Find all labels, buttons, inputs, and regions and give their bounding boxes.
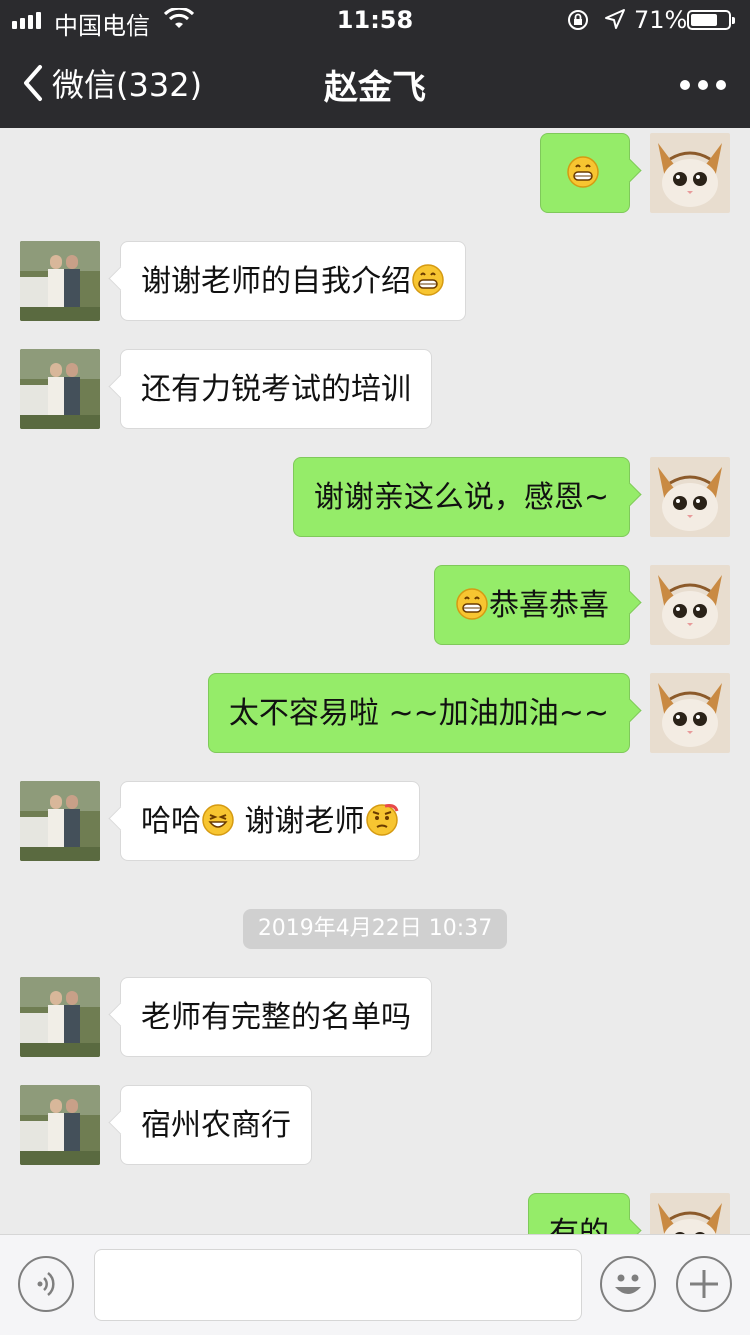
grin-emoji-icon [412, 264, 444, 296]
message-bubble[interactable]: 太不容易啦 ~~加油加油~~ [207, 673, 630, 753]
my-avatar[interactable] [650, 133, 730, 213]
smiley-icon [615, 1274, 641, 1294]
timestamp-label: 2019年4月22日 10:37 [243, 909, 507, 949]
laugh-emoji-icon [202, 804, 234, 836]
message-bubble[interactable]: 恭喜恭喜 [434, 565, 630, 645]
message-input[interactable] [94, 1249, 582, 1321]
contact-avatar[interactable] [20, 977, 100, 1057]
nav-bar: 微信(332) 赵金飞 [0, 40, 750, 128]
more-dots-icon[interactable] [680, 80, 726, 90]
message-bubble[interactable]: 还有力锐考试的培训 [120, 349, 432, 429]
voice-icon [37, 1272, 55, 1296]
contact-avatar[interactable] [20, 241, 100, 321]
input-bar [0, 1234, 750, 1335]
chat-title: 赵金飞 [324, 68, 426, 108]
message-bubble[interactable]: 宿州农商行 [120, 1085, 312, 1165]
message-bubble[interactable]: 谢谢亲这么说，感恩~ [292, 457, 630, 537]
message-bubble[interactable] [540, 133, 630, 213]
message-bubble[interactable]: 有的 [528, 1193, 630, 1234]
contact-avatar[interactable] [20, 781, 100, 861]
contact-avatar[interactable] [20, 349, 100, 429]
location-icon [605, 9, 625, 29]
message-bubble[interactable]: 老师有完整的名单吗 [120, 977, 432, 1057]
awkward-emoji-icon [365, 804, 398, 836]
status-bar: 中国电信 11:58 71% [0, 0, 750, 40]
rotation-lock-icon [568, 10, 588, 30]
top-bar: 中国电信 11:58 71% 微信(332) 赵金飞 [0, 0, 750, 128]
my-avatar[interactable] [650, 673, 730, 753]
message-bubble[interactable]: 哈哈 谢谢老师 [120, 781, 420, 861]
grin-emoji-icon [567, 156, 599, 188]
more-functions-button[interactable] [676, 1256, 732, 1312]
chat-area[interactable]: 谢谢老师的自我介绍 还有力锐考试的培训 谢谢亲这么说，感恩~ 恭喜恭喜 太不容易… [0, 128, 750, 1234]
battery-icon [687, 10, 735, 30]
my-avatar[interactable] [650, 457, 730, 537]
contact-avatar[interactable] [20, 1085, 100, 1165]
emoji-button[interactable] [600, 1256, 656, 1312]
grin-emoji-icon [456, 588, 488, 620]
message-bubble[interactable]: 谢谢老师的自我介绍 [120, 241, 466, 321]
my-avatar[interactable] [650, 1193, 730, 1234]
plus-icon [690, 1270, 718, 1298]
voice-button[interactable] [18, 1256, 74, 1312]
battery-percent: 71% [634, 6, 688, 34]
my-avatar[interactable] [650, 565, 730, 645]
